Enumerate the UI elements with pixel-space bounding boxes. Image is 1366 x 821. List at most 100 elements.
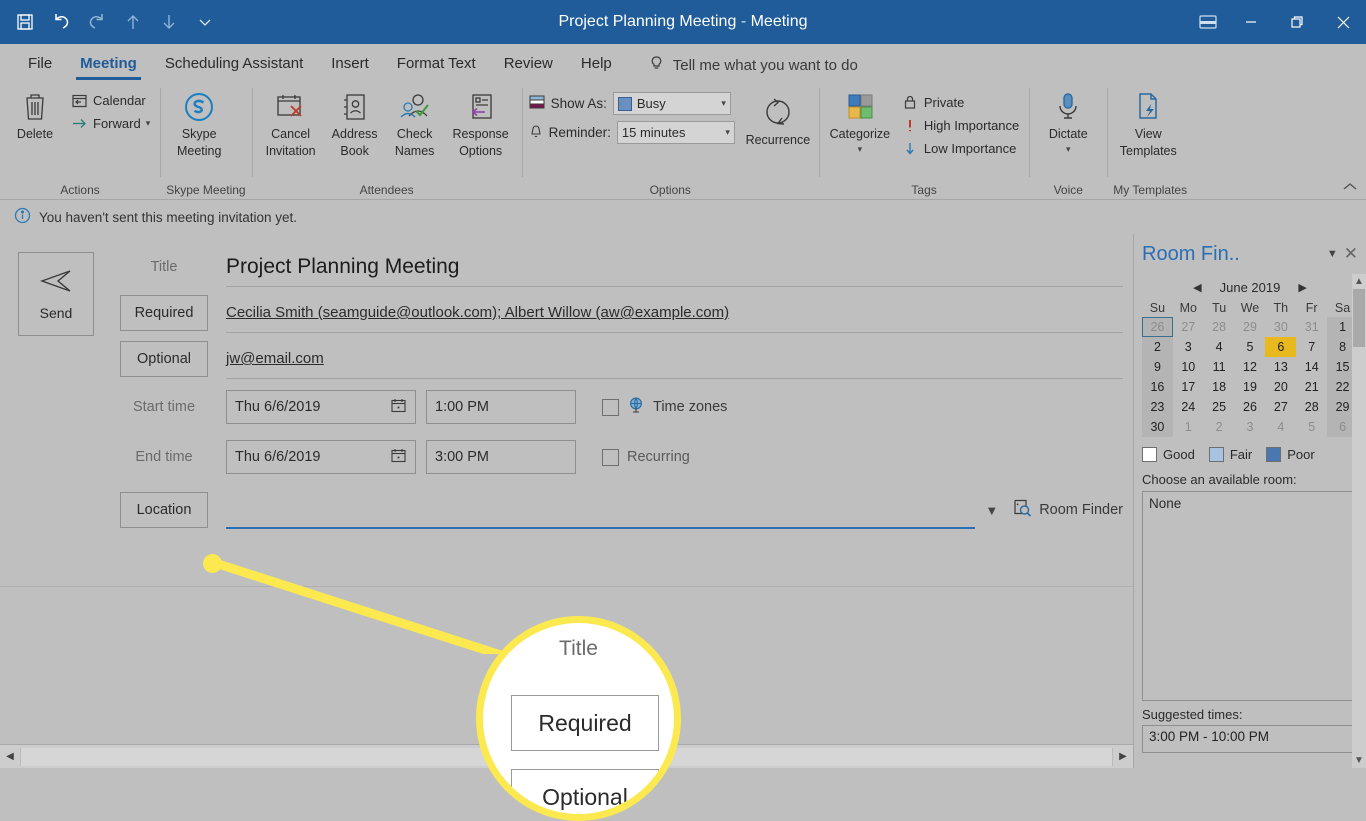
restore-button[interactable] bbox=[1274, 0, 1320, 44]
location-button[interactable]: Location bbox=[120, 492, 208, 528]
cancel-invitation-button[interactable]: Cancel Invitation bbox=[258, 86, 324, 163]
address-book-button[interactable]: Address Book bbox=[326, 86, 384, 163]
response-options-button[interactable]: Response Options bbox=[446, 86, 516, 163]
calendar-day[interactable]: 5 bbox=[1235, 337, 1266, 357]
date-picker-grid[interactable]: Su Mo Tu We Th Fr Sa 26 27 28 29 30 31 1… bbox=[1142, 299, 1358, 437]
start-date-input[interactable]: Thu 6/6/2019 bbox=[226, 390, 416, 424]
high-importance-button[interactable]: High Importance bbox=[897, 115, 1023, 136]
calendar-picker-icon[interactable] bbox=[390, 397, 407, 418]
optional-input[interactable]: jw@email.com bbox=[226, 339, 1123, 379]
calendar-day[interactable]: 2 bbox=[1204, 417, 1235, 437]
tab-meeting[interactable]: Meeting bbox=[66, 48, 151, 82]
time-zones-checkbox[interactable] bbox=[602, 398, 619, 416]
calendar-day[interactable]: 5 bbox=[1296, 417, 1327, 437]
calendar-day[interactable]: 1 bbox=[1173, 417, 1204, 437]
view-templates-button[interactable]: View Templates bbox=[1113, 86, 1183, 163]
chevron-down-icon[interactable]: ▼ bbox=[1327, 248, 1338, 260]
minimize-button[interactable] bbox=[1228, 0, 1274, 44]
undo-icon[interactable] bbox=[44, 5, 78, 39]
chevron-down-icon[interactable]: ▾ bbox=[725, 127, 730, 138]
required-button[interactable]: Required bbox=[120, 295, 208, 331]
recurring-toggle[interactable]: Recurring bbox=[602, 448, 690, 466]
tab-review[interactable]: Review bbox=[490, 48, 567, 82]
next-item-icon[interactable] bbox=[152, 5, 186, 39]
ribbon-display-options-icon[interactable] bbox=[1188, 0, 1228, 44]
end-time-input[interactable]: 3:00 PM bbox=[426, 440, 576, 474]
calendar-day[interactable]: 18 bbox=[1204, 377, 1235, 397]
collapse-ribbon-button[interactable] bbox=[1342, 181, 1358, 196]
tab-help[interactable]: Help bbox=[567, 48, 626, 82]
send-button[interactable]: Send bbox=[18, 252, 94, 336]
prev-month-button[interactable]: ◀ bbox=[1193, 281, 1201, 294]
dictate-button[interactable]: Dictate ▾ bbox=[1035, 86, 1101, 159]
title-input[interactable]: Project Planning Meeting bbox=[226, 247, 1123, 287]
calendar-picker-icon[interactable] bbox=[390, 447, 407, 468]
calendar-day[interactable]: 28 bbox=[1204, 317, 1235, 337]
calendar-day[interactable]: 9 bbox=[1142, 357, 1173, 377]
chevron-down-icon[interactable]: ▾ bbox=[146, 118, 151, 129]
calendar-day[interactable]: 10 bbox=[1173, 357, 1204, 377]
room-finder-scrollbar[interactable]: ▲ ▼ bbox=[1352, 274, 1366, 768]
next-month-button[interactable]: ▶ bbox=[1298, 281, 1306, 294]
customize-quick-access-icon[interactable] bbox=[188, 5, 222, 39]
close-icon[interactable]: ✕ bbox=[1344, 244, 1358, 264]
redo-icon[interactable] bbox=[80, 5, 114, 39]
chevron-down-icon[interactable]: ▾ bbox=[1066, 144, 1071, 154]
required-input[interactable]: Cecilia Smith (seamguide@outlook.com); A… bbox=[226, 293, 1123, 333]
calendar-day[interactable]: 3 bbox=[1235, 417, 1266, 437]
calendar-day[interactable]: 12 bbox=[1235, 357, 1266, 377]
calendar-day[interactable]: 16 bbox=[1142, 377, 1173, 397]
calendar-day[interactable]: 26 bbox=[1142, 317, 1173, 337]
delete-button[interactable]: Delete bbox=[6, 86, 64, 145]
skype-meeting-button[interactable]: Skype Meeting bbox=[166, 86, 232, 163]
previous-item-icon[interactable] bbox=[116, 5, 150, 39]
calendar-day[interactable]: 26 bbox=[1235, 397, 1266, 417]
calendar-day[interactable]: 4 bbox=[1265, 417, 1296, 437]
calendar-day[interactable]: 11 bbox=[1204, 357, 1235, 377]
location-input[interactable] bbox=[226, 491, 976, 529]
calendar-day[interactable]: 13 bbox=[1265, 357, 1296, 377]
tab-format-text[interactable]: Format Text bbox=[383, 48, 490, 82]
calendar-day[interactable]: 19 bbox=[1235, 377, 1266, 397]
calendar-day[interactable]: 20 bbox=[1265, 377, 1296, 397]
tell-me-search[interactable]: Tell me what you want to do bbox=[648, 48, 858, 82]
calendar-day[interactable]: 2 bbox=[1142, 337, 1173, 357]
calendar-day[interactable]: 17 bbox=[1173, 377, 1204, 397]
chevron-down-icon[interactable]: ▾ bbox=[721, 98, 726, 109]
calendar-day-selected[interactable]: 6 bbox=[1265, 337, 1297, 357]
calendar-button[interactable]: Calendar bbox=[66, 90, 154, 111]
calendar-day[interactable]: 30 bbox=[1142, 417, 1173, 437]
save-icon[interactable] bbox=[8, 5, 42, 39]
calendar-day[interactable]: 28 bbox=[1296, 397, 1327, 417]
time-zones-toggle[interactable]: Time zones bbox=[602, 396, 727, 418]
calendar-day[interactable]: 21 bbox=[1296, 377, 1327, 397]
scroll-thumb[interactable] bbox=[1353, 289, 1365, 347]
suggested-times-list[interactable]: 3:00 PM - 10:00 PM bbox=[1142, 725, 1358, 753]
calendar-day[interactable]: 4 bbox=[1204, 337, 1235, 357]
reminder-select[interactable]: 15 minutes ▾ bbox=[616, 121, 735, 144]
location-dropdown-icon[interactable]: ▼ bbox=[985, 503, 998, 518]
chevron-down-icon[interactable]: ▾ bbox=[858, 144, 863, 154]
calendar-day[interactable]: 25 bbox=[1204, 397, 1235, 417]
room-list-item[interactable]: None bbox=[1149, 496, 1351, 511]
scroll-up-button[interactable]: ▲ bbox=[1354, 276, 1364, 287]
calendar-day[interactable]: 30 bbox=[1265, 317, 1296, 337]
forward-button[interactable]: Forward ▾ bbox=[66, 113, 154, 134]
recurring-checkbox[interactable] bbox=[602, 448, 619, 466]
calendar-day[interactable]: 14 bbox=[1296, 357, 1327, 377]
calendar-day[interactable]: 7 bbox=[1296, 337, 1327, 357]
calendar-day[interactable]: 31 bbox=[1296, 317, 1327, 337]
scroll-down-button[interactable]: ▼ bbox=[1354, 755, 1364, 766]
close-button[interactable] bbox=[1320, 0, 1366, 44]
scroll-left-button[interactable]: ◀ bbox=[0, 746, 20, 768]
tab-file[interactable]: File bbox=[14, 48, 66, 82]
suggested-time-item[interactable]: 3:00 PM - 10:00 PM bbox=[1149, 729, 1351, 744]
end-date-input[interactable]: Thu 6/6/2019 bbox=[226, 440, 416, 474]
start-time-input[interactable]: 1:00 PM bbox=[426, 390, 576, 424]
calendar-day[interactable]: 23 bbox=[1142, 397, 1173, 417]
calendar-day[interactable]: 24 bbox=[1173, 397, 1204, 417]
optional-button[interactable]: Optional bbox=[120, 341, 208, 377]
calendar-day[interactable]: 27 bbox=[1265, 397, 1296, 417]
calendar-day[interactable]: 29 bbox=[1235, 317, 1266, 337]
calendar-day[interactable]: 3 bbox=[1173, 337, 1204, 357]
